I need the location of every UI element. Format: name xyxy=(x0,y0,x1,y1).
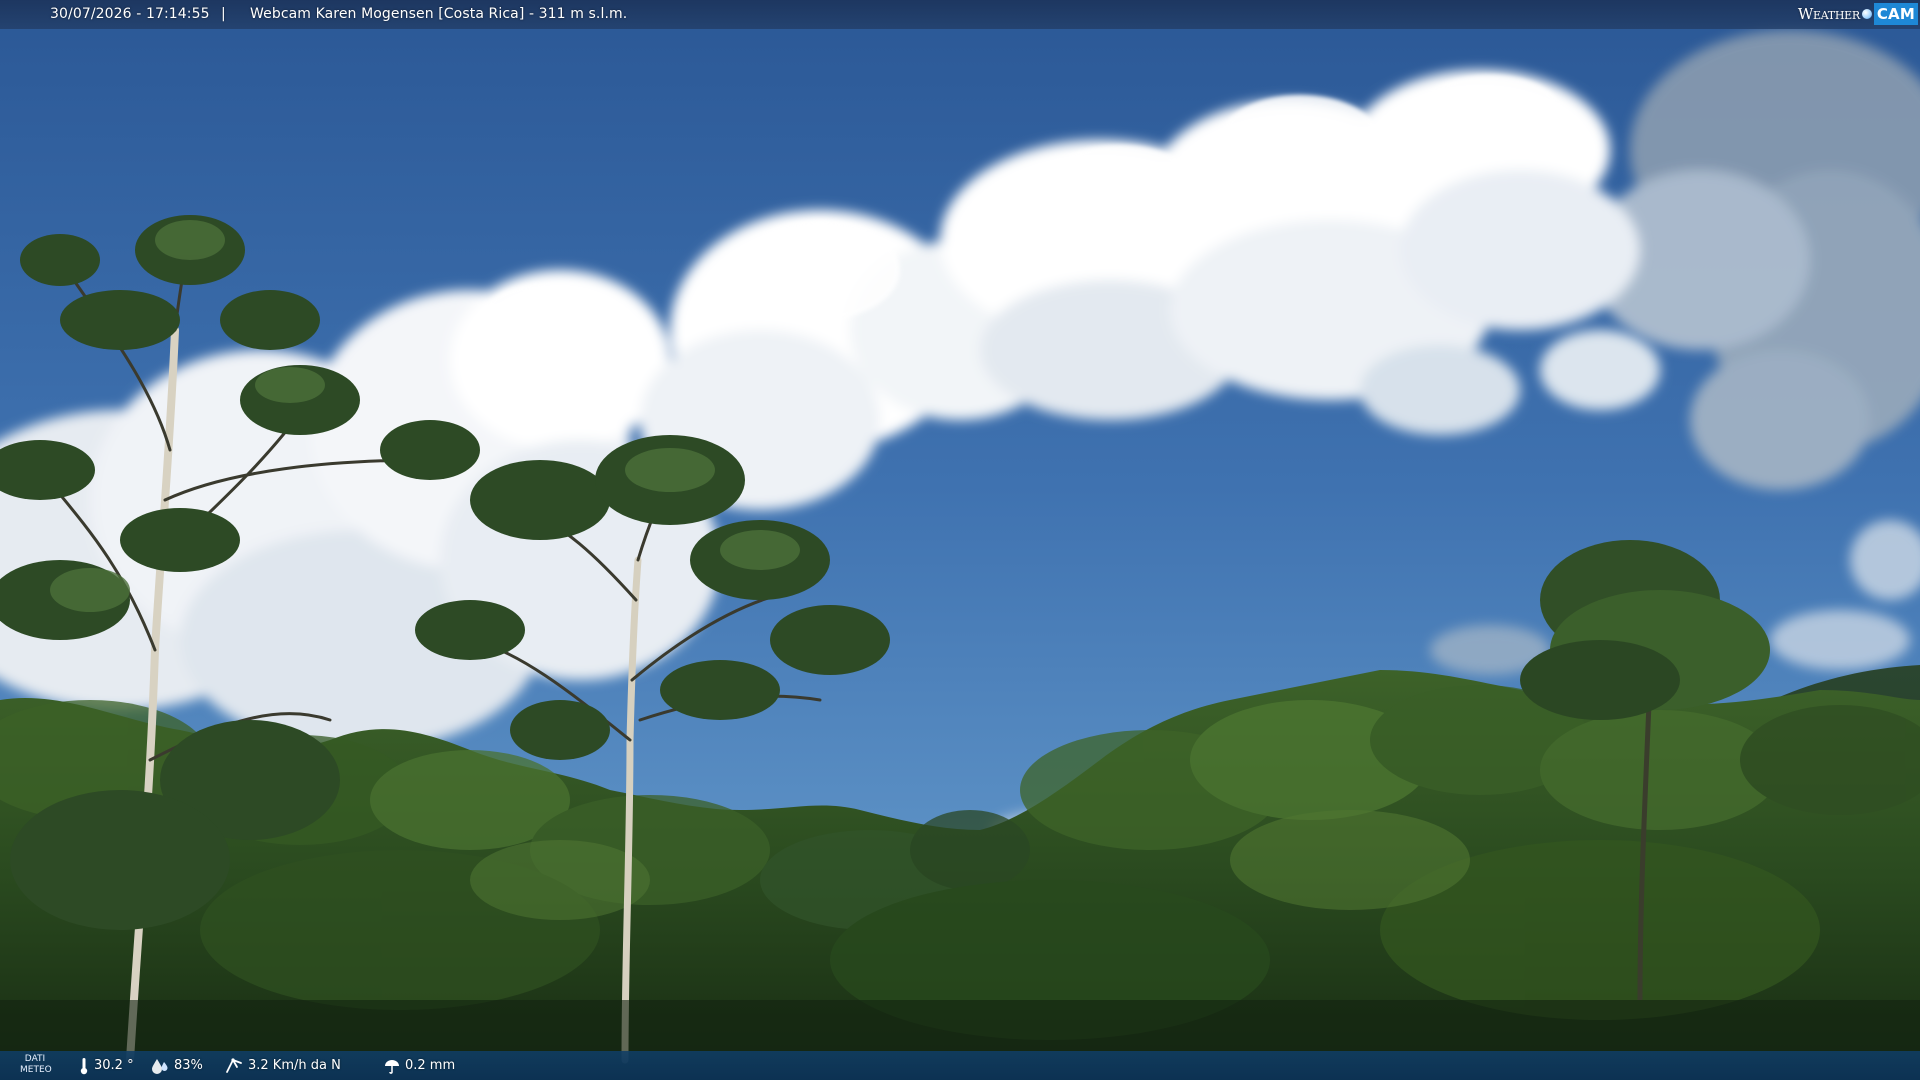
logo-weather-text: Weather xyxy=(1797,5,1860,23)
timestamp: 30/07/2026 - 17:14:55 xyxy=(50,6,210,22)
humidity-reading: 83% xyxy=(150,1051,203,1080)
webcam-image xyxy=(0,0,1920,1080)
rain-reading: 0.2 mm xyxy=(383,1051,455,1080)
webcam-frame: 30/07/2026 - 17:14:55 | Webcam Karen Mog… xyxy=(0,0,1920,1080)
webcam-title: Webcam Karen Mogensen [Costa Rica] - 311… xyxy=(250,6,628,22)
wind-reading: 3.2 Km/h da N xyxy=(224,1051,341,1080)
rain-value: 0.2 mm xyxy=(405,1058,456,1073)
top-info-bar: 30/07/2026 - 17:14:55 | Webcam Karen Mog… xyxy=(0,0,1920,29)
rain-umbrella-icon xyxy=(385,1059,399,1074)
meteo-label: DATI METEO xyxy=(20,1054,52,1076)
thermometer-icon xyxy=(80,1057,88,1074)
humidity-value: 83% xyxy=(174,1058,203,1073)
weathercam-logo: Weather CAM xyxy=(1798,3,1918,25)
temperature-reading: 30.2 ° xyxy=(78,1051,134,1080)
meteo-label-line1: DATI xyxy=(24,1054,46,1064)
meteo-label-line2: METEO xyxy=(20,1065,52,1075)
separator: | xyxy=(221,6,226,22)
logo-sun-icon xyxy=(1861,9,1872,19)
bottom-meteo-bar: DATI METEO 30.2 ° 83% 3.2 Km/h da N 0.2 … xyxy=(0,1051,1920,1080)
wind-value: 3.2 Km/h da N xyxy=(248,1058,341,1073)
temperature-value: 30.2 ° xyxy=(94,1058,134,1073)
wind-icon xyxy=(226,1057,242,1073)
humidity-drop-icon xyxy=(152,1058,168,1074)
logo-cam-text: CAM xyxy=(1873,3,1918,25)
